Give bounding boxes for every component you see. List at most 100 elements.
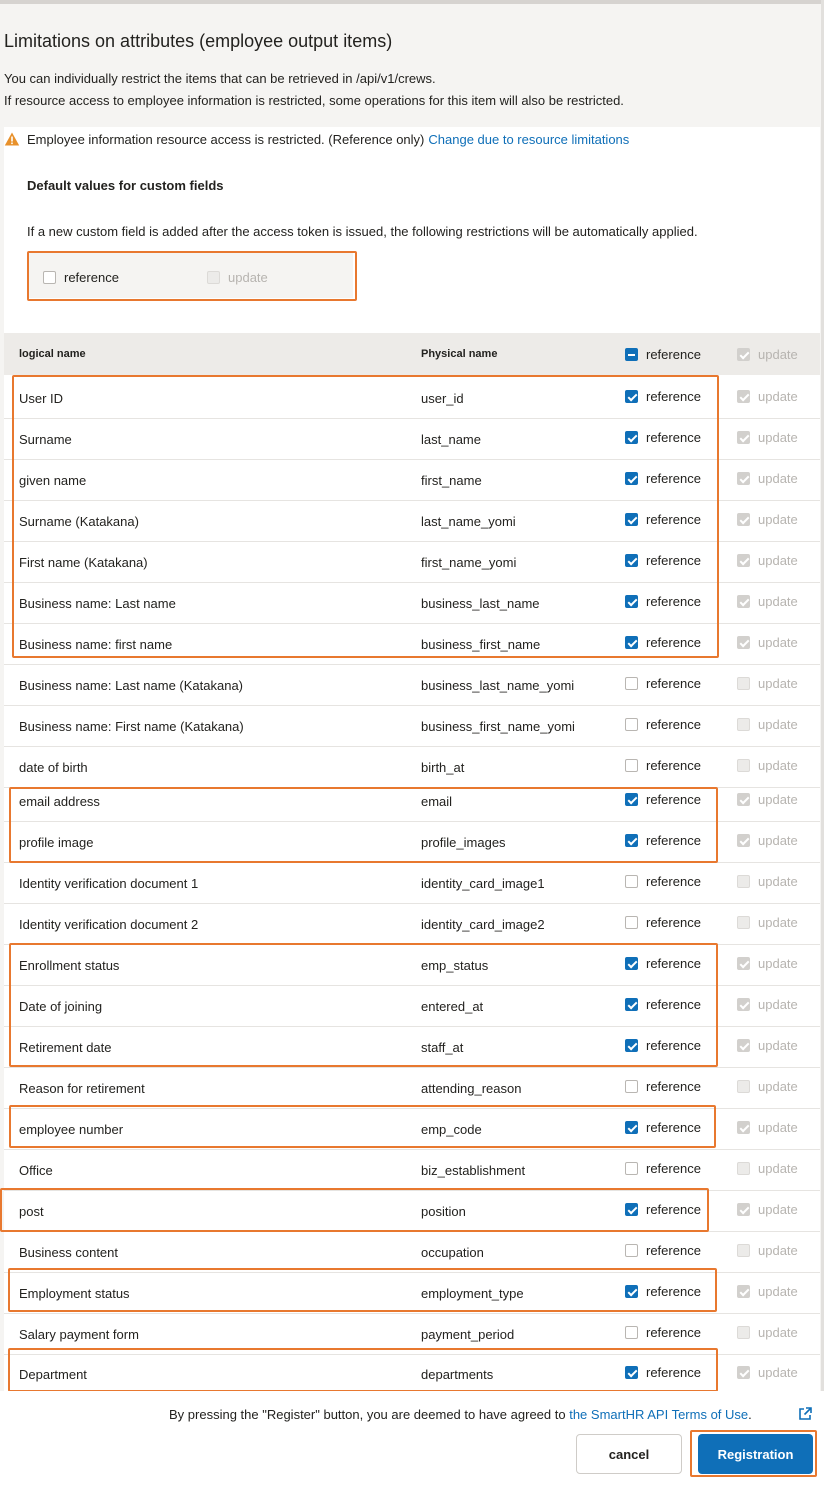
- reference-checkbox[interactable]: [625, 1039, 638, 1053]
- reference-option[interactable]: reference: [625, 832, 701, 850]
- reference-checkbox[interactable]: [625, 472, 638, 486]
- physical-name: email: [421, 794, 453, 809]
- logical-name: Retirement date: [19, 1040, 112, 1055]
- reference-checkbox[interactable]: [625, 636, 638, 650]
- update-label: update: [758, 1284, 798, 1300]
- warning-icon: [4, 132, 20, 146]
- reference-option[interactable]: reference: [625, 1160, 701, 1178]
- reference-option[interactable]: reference: [625, 388, 701, 406]
- reference-option[interactable]: reference: [625, 1201, 701, 1219]
- reference-option[interactable]: reference: [625, 757, 701, 775]
- update-option: update: [737, 675, 798, 693]
- reference-option[interactable]: reference: [625, 996, 701, 1014]
- logical-name: Identity verification document 1: [19, 876, 199, 891]
- column-logical-name: logical name: [19, 348, 86, 360]
- physical-name: birth_at: [421, 760, 465, 775]
- update-option: update: [737, 1283, 798, 1301]
- change-resource-link[interactable]: Change due to resource limitations: [428, 132, 629, 147]
- update-option: update: [737, 1160, 798, 1178]
- reference-checkbox[interactable]: [625, 513, 638, 527]
- table-row: given name first_name reference update: [4, 460, 820, 501]
- reference-option[interactable]: reference: [625, 634, 701, 652]
- reference-checkbox[interactable]: [625, 1366, 638, 1380]
- reference-option[interactable]: reference: [625, 1283, 701, 1301]
- select-all-update: update: [737, 346, 798, 364]
- reference-option[interactable]: reference: [625, 1324, 701, 1342]
- update-option: update: [737, 470, 798, 488]
- reference-checkbox[interactable]: [625, 431, 638, 445]
- physical-name: business_last_name_yomi: [421, 678, 575, 693]
- table-row: Identity verification document 1 identity…: [4, 863, 820, 904]
- reference-checkbox[interactable]: [625, 1285, 638, 1299]
- physical-name: biz_establishment: [421, 1163, 526, 1178]
- reference-option[interactable]: reference: [625, 1242, 701, 1260]
- reference-checkbox[interactable]: [625, 677, 638, 691]
- reference-option[interactable]: reference: [625, 1364, 701, 1382]
- reference-checkbox[interactable]: [625, 1121, 638, 1135]
- update-checkbox: [737, 1326, 750, 1340]
- select-all-reference[interactable]: reference: [625, 346, 701, 364]
- reference-option[interactable]: reference: [625, 955, 701, 973]
- reference-checkbox[interactable]: [625, 793, 638, 807]
- reference-option[interactable]: reference: [625, 873, 701, 891]
- reference-checkbox[interactable]: [625, 957, 638, 971]
- logical-name: Employment status: [19, 1286, 130, 1301]
- reference-option[interactable]: reference: [625, 511, 701, 529]
- logical-name: Business content: [19, 1245, 119, 1260]
- reference-label: reference: [646, 471, 701, 487]
- reference-label: reference: [646, 1365, 701, 1381]
- reference-option[interactable]: reference: [625, 429, 701, 447]
- logical-name: Salary payment form: [19, 1327, 139, 1342]
- reference-checkbox[interactable]: [625, 718, 638, 732]
- update-label: update: [758, 997, 798, 1013]
- update-label: update: [758, 717, 798, 733]
- physical-name: business_last_name: [421, 596, 540, 611]
- physical-name: payment_period: [421, 1327, 515, 1342]
- reference-option[interactable]: reference: [625, 1078, 701, 1096]
- logical-name: date of birth: [19, 760, 88, 775]
- default-reference-checkbox[interactable]: [43, 271, 56, 285]
- table-row: Salary payment form payment_period referen…: [4, 1314, 820, 1355]
- update-label: update: [758, 956, 798, 972]
- page-title: Limitations on attributes (employee outp…: [4, 31, 393, 51]
- update-checkbox: [737, 431, 750, 445]
- select-all-reference-checkbox[interactable]: [625, 348, 638, 362]
- reference-option[interactable]: reference: [625, 914, 701, 932]
- physical-name: attending_reason: [421, 1081, 522, 1096]
- defaults-description: If a new custom field is added after the…: [27, 224, 698, 239]
- table-row: Retirement date staff_at reference update: [4, 1027, 820, 1068]
- reference-option[interactable]: reference: [625, 1037, 701, 1055]
- default-reference-option[interactable]: reference: [43, 269, 119, 287]
- reference-checkbox[interactable]: [625, 1244, 638, 1258]
- reference-option[interactable]: reference: [625, 791, 701, 809]
- reference-option[interactable]: reference: [625, 716, 701, 734]
- reference-checkbox[interactable]: [625, 875, 638, 889]
- terms-link[interactable]: the SmartHR API Terms of Use: [569, 1407, 748, 1422]
- external-link-icon[interactable]: [798, 1407, 812, 1421]
- terms-suffix: .: [748, 1407, 752, 1422]
- reference-checkbox[interactable]: [625, 1203, 638, 1217]
- reference-option[interactable]: reference: [625, 552, 701, 570]
- reference-option[interactable]: reference: [625, 675, 701, 693]
- reference-checkbox[interactable]: [625, 759, 638, 773]
- reference-checkbox[interactable]: [625, 390, 638, 404]
- reference-option[interactable]: reference: [625, 1119, 701, 1137]
- reference-checkbox[interactable]: [625, 1326, 638, 1340]
- cancel-button[interactable]: cancel: [576, 1434, 682, 1474]
- reference-checkbox[interactable]: [625, 595, 638, 609]
- logical-name: Surname (Katakana): [19, 514, 139, 529]
- update-checkbox: [737, 998, 750, 1012]
- reference-checkbox[interactable]: [625, 1162, 638, 1176]
- reference-checkbox[interactable]: [625, 834, 638, 848]
- reference-checkbox[interactable]: [625, 916, 638, 930]
- update-checkbox: [737, 554, 750, 568]
- reference-checkbox[interactable]: [625, 1080, 638, 1094]
- reference-checkbox[interactable]: [625, 998, 638, 1012]
- update-option: update: [737, 873, 798, 891]
- register-button[interactable]: Registration: [698, 1434, 813, 1474]
- logical-name: Surname: [19, 432, 72, 447]
- reference-option[interactable]: reference: [625, 470, 701, 488]
- reference-option[interactable]: reference: [625, 593, 701, 611]
- reference-checkbox[interactable]: [625, 554, 638, 568]
- logical-name: Reason for retirement: [19, 1081, 145, 1096]
